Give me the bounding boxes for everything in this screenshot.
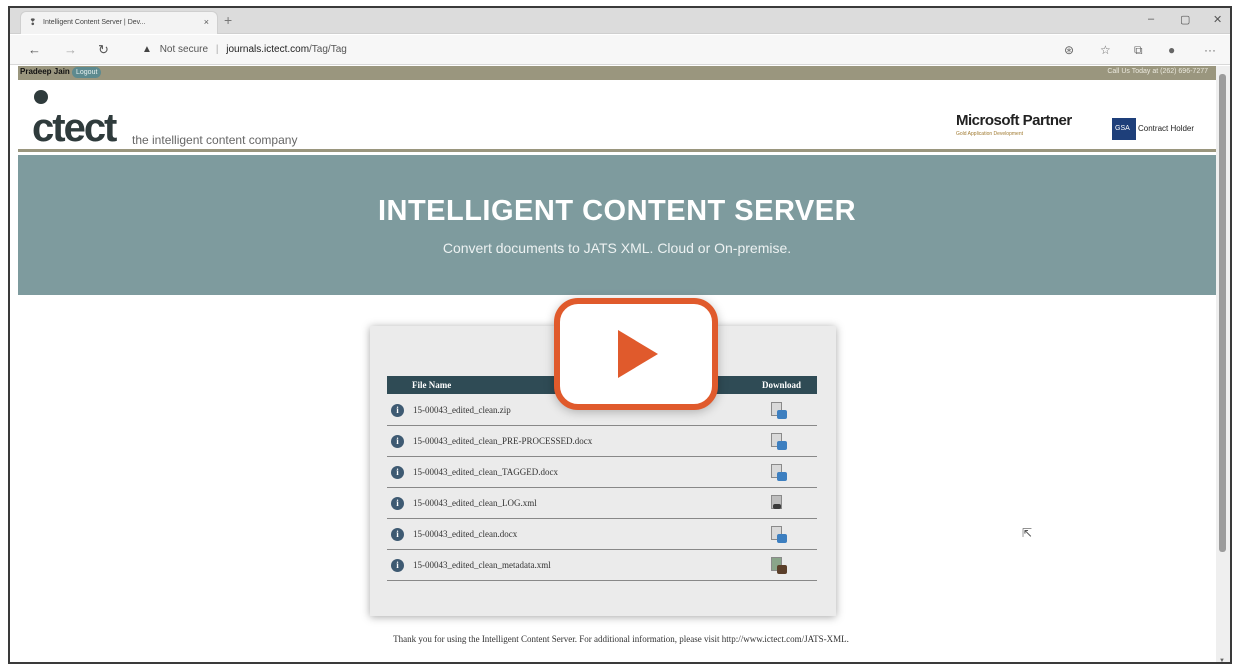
table-row: i 15-00043_edited_clean.docx xyxy=(387,520,817,550)
site-header: ctect the intelligent content company Mi… xyxy=(18,80,1216,152)
file-name: 15-00043_edited_clean_LOG.xml xyxy=(413,498,537,508)
ictect-logo[interactable]: ctect xyxy=(32,106,117,151)
info-icon[interactable]: i xyxy=(391,559,404,572)
file-name: 15-00043_edited_clean_metadata.xml xyxy=(413,560,551,570)
file-name: 15-00043_edited_clean.docx xyxy=(413,529,518,539)
warning-icon: ▲ xyxy=(142,44,152,55)
table-row: i 15-00043_edited_clean_LOG.xml xyxy=(387,489,817,519)
forward-icon[interactable]: → xyxy=(64,42,77,57)
collections-icon[interactable]: ⧉ xyxy=(1134,43,1143,58)
address-bar: ← → ↻ ▲ Not secure | journals.ictect.com… xyxy=(10,35,1230,65)
download-metadata-icon[interactable] xyxy=(771,557,787,575)
download-docx-icon[interactable] xyxy=(771,433,787,451)
column-file-name: File Name xyxy=(412,380,452,390)
microsoft-partner-logo: Microsoft Partner xyxy=(956,112,1072,129)
mouse-cursor-icon: ⇱ xyxy=(1022,526,1033,540)
tab-close-icon[interactable]: × xyxy=(204,17,209,27)
logout-button[interactable]: Logout xyxy=(72,67,102,78)
download-docx-icon[interactable] xyxy=(771,464,787,482)
file-name: 15-00043_edited_clean_TAGGED.docx xyxy=(413,467,558,477)
gsa-logo-icon: GSA xyxy=(1112,118,1136,140)
maximize-icon[interactable]: ▢ xyxy=(1180,13,1190,26)
url-field[interactable]: ▲ Not secure | journals.ictect.com/Tag/T… xyxy=(142,44,347,55)
more-menu-icon[interactable]: ··· xyxy=(1204,43,1216,57)
thank-you-text: Thank you for using the Intelligent Cont… xyxy=(393,634,849,644)
not-secure-label: Not secure xyxy=(159,44,209,55)
download-zip-icon[interactable] xyxy=(771,402,787,420)
banner-title: INTELLIGENT CONTENT SERVER xyxy=(377,195,857,227)
microsoft-partner-sub: Gold Application Development xyxy=(956,131,1023,137)
hero-banner: INTELLIGENT CONTENT SERVER Convert docum… xyxy=(18,155,1216,295)
play-icon xyxy=(618,330,658,378)
file-name: 15-00043_edited_clean_PRE-PROCESSED.docx xyxy=(413,436,593,446)
contract-holder-label: Contract Holder xyxy=(1138,124,1195,133)
back-icon[interactable]: ← xyxy=(28,42,41,57)
screenshot-frame: ❢ Intelligent Content Server | Dev... × … xyxy=(8,6,1232,664)
close-window-icon[interactable]: ✕ xyxy=(1213,13,1222,26)
browser-tab[interactable]: ❢ Intelligent Content Server | Dev... × xyxy=(20,11,218,34)
page-favicon-icon: ❢ xyxy=(29,17,37,27)
scroll-down-icon[interactable]: ▼ xyxy=(1219,658,1225,662)
info-icon[interactable]: i xyxy=(391,466,404,479)
tagline: the intelligent content company xyxy=(132,133,298,147)
url-host: journals.ictect.com xyxy=(226,44,310,55)
info-icon[interactable]: i xyxy=(391,528,404,541)
reload-icon[interactable]: ↻ xyxy=(98,42,109,58)
scrollbar-thumb[interactable] xyxy=(1219,74,1226,552)
video-play-button[interactable] xyxy=(554,298,718,410)
favorite-star-icon[interactable]: ☆ xyxy=(1100,43,1111,57)
username: Pradeep Jain xyxy=(20,67,70,76)
minimize-icon[interactable]: – xyxy=(1148,13,1154,25)
info-icon[interactable]: i xyxy=(391,435,404,448)
banner-subtitle: Convert documents to JATS XML. Cloud or … xyxy=(442,240,792,256)
new-tab-icon[interactable]: + xyxy=(224,12,232,28)
user-bar: Pradeep Jain Logout Call Us Today at (26… xyxy=(18,66,1216,80)
browser-tab-strip: ❢ Intelligent Content Server | Dev... × … xyxy=(10,8,1230,34)
table-row: i 15-00043_edited_clean_metadata.xml xyxy=(387,551,817,581)
file-name: 15-00043_edited_clean.zip xyxy=(413,405,511,415)
download-xml-icon[interactable] xyxy=(771,495,787,513)
read-aloud-icon[interactable]: ⊛ xyxy=(1064,43,1074,57)
table-row: i 15-00043_edited_clean_PRE-PROCESSED.do… xyxy=(387,427,817,457)
info-icon[interactable]: i xyxy=(391,497,404,510)
url-path: /Tag/Tag xyxy=(309,44,347,55)
download-docx-icon[interactable] xyxy=(771,526,787,544)
tab-title: Intelligent Content Server | Dev... xyxy=(43,19,146,26)
info-icon[interactable]: i xyxy=(391,404,404,417)
profile-icon[interactable]: ● xyxy=(1168,43,1175,57)
page-scrollbar[interactable]: ▼ xyxy=(1216,66,1230,662)
logo-dot-icon xyxy=(34,90,48,104)
call-us-text: Call Us Today at (262) 696-7277 xyxy=(1107,68,1208,75)
table-row: i 15-00043_edited_clean_TAGGED.docx xyxy=(387,458,817,488)
column-download: Download xyxy=(761,380,801,390)
